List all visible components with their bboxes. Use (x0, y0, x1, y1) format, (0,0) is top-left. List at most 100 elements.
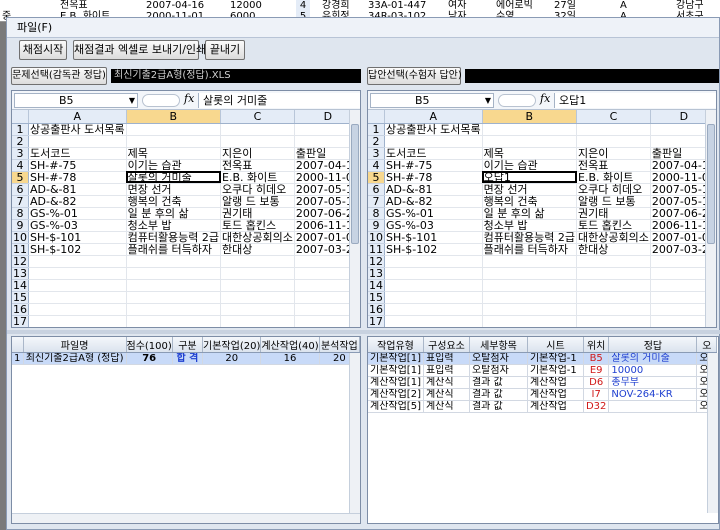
row-header[interactable]: 14 (12, 279, 29, 292)
sheet-cell[interactable] (220, 279, 295, 292)
sheet-cell[interactable] (384, 279, 483, 292)
sheet-cell[interactable] (482, 267, 578, 280)
score-grid[interactable]: 파일명 점수(100) 구분 기본작업(20) 계산작업(40) 분석작업 1 최신기출2급… (12, 337, 360, 365)
row-header[interactable]: 7 (12, 195, 29, 208)
sheet-cell[interactable]: 토드 홉킨스 (576, 219, 651, 232)
row-header[interactable]: 11 (12, 243, 29, 256)
column-header-b[interactable]: B (482, 110, 578, 124)
row-header[interactable]: 8 (12, 207, 29, 220)
row-header[interactable]: 5 (12, 171, 29, 184)
row-header[interactable]: 9 (12, 219, 29, 232)
sheet-cell[interactable]: 일 분 후의 삶 (482, 207, 578, 220)
sheet-cell[interactable] (220, 303, 295, 316)
sheet-cell[interactable] (384, 267, 483, 280)
sheet-cell[interactable]: 면장 선거 (482, 183, 578, 196)
row-header[interactable]: 10 (368, 231, 385, 244)
sheet-cell[interactable] (220, 315, 295, 327)
sheet-cell[interactable] (220, 255, 295, 268)
sheet-cell[interactable]: SH-$-102 (384, 243, 483, 256)
sheet-cell[interactable]: 한대상 (576, 243, 651, 256)
detail-row[interactable]: 기본작업[1] 표입력 오탈첨자 기본작업-1 E9 10000 오 (368, 364, 718, 377)
sheet-cell[interactable] (384, 255, 483, 268)
sheet-cell[interactable]: 권기태 (220, 207, 295, 220)
sheet-cell[interactable] (28, 279, 127, 292)
sheet-cell[interactable]: 오답1 (482, 171, 578, 184)
pane-splitter[interactable] (7, 330, 720, 334)
sheet-cell[interactable] (28, 135, 127, 148)
row-header[interactable]: 1 (368, 123, 385, 136)
formula-value[interactable]: 오답1 (554, 93, 716, 108)
sheet-cell[interactable]: SH-#-75 (384, 159, 483, 172)
row-header[interactable]: 13 (12, 267, 29, 280)
sheet-cell[interactable]: 이기는 습관 (126, 159, 222, 172)
sheet-cell[interactable] (220, 291, 295, 304)
question-sheet-grid[interactable]: A B C D 1 상공출판사 도서목록 2 3 도서코드 제목 지은이 출판일 4 SH-#-75 이기는… (12, 110, 360, 327)
vertical-scrollbar[interactable] (707, 353, 718, 513)
sheet-cell[interactable] (482, 315, 578, 327)
row-header[interactable]: 17 (368, 315, 385, 327)
sheet-cell[interactable] (576, 267, 651, 280)
sheet-cell[interactable] (28, 315, 127, 327)
row-header[interactable]: 13 (368, 267, 385, 280)
row-header[interactable]: 10 (12, 231, 29, 244)
sheet-cell[interactable]: 도서코드 (28, 147, 127, 160)
sheet-cell[interactable]: 청소부 밥 (482, 219, 578, 232)
row-header[interactable]: 3 (12, 147, 29, 160)
scroll-thumb[interactable] (707, 124, 715, 244)
sheet-cell[interactable]: GS-%-01 (384, 207, 483, 220)
score-column-header[interactable]: 구분 (172, 337, 204, 353)
start-grading-button[interactable]: 채점시작 (19, 40, 67, 60)
function-icon[interactable]: fx (184, 92, 194, 105)
sheet-cell[interactable]: 행복의 건축 (482, 195, 578, 208)
score-column-header[interactable]: 분석작업 (319, 337, 360, 353)
answer-select-button[interactable]: 답안선택(수험자 답안) (367, 67, 462, 85)
sheet-cell[interactable]: 도서코드 (384, 147, 483, 160)
sheet-cell[interactable] (576, 291, 651, 304)
detail-column-header[interactable]: 구성요소 (423, 337, 470, 353)
detail-column-header[interactable]: 시트 (527, 337, 584, 353)
sheet-cell[interactable]: 일 분 후의 삶 (126, 207, 222, 220)
vertical-scrollbar[interactable] (349, 110, 360, 327)
row-header[interactable]: 12 (368, 255, 385, 268)
row-header[interactable]: 2 (368, 135, 385, 148)
sheet-cell[interactable]: E.B. 화이트 (576, 171, 651, 184)
sheet-cell[interactable] (384, 303, 483, 316)
sheet-cell[interactable] (482, 123, 578, 136)
sheet-cell[interactable] (482, 291, 578, 304)
detail-column-header[interactable]: 정답 (608, 337, 698, 353)
name-box[interactable]: B5 ▼ (14, 93, 138, 108)
sheet-cell[interactable] (384, 135, 483, 148)
chevron-down-icon[interactable]: ▼ (129, 94, 135, 107)
sheet-cell[interactable]: 오쿠다 히데오 (576, 183, 651, 196)
export-results-button[interactable]: 채점결과 엑셀로 보내기/인쇄 (73, 40, 206, 60)
score-column-header[interactable]: 파일명 (23, 337, 127, 353)
sheet-cell[interactable]: SH-$-101 (28, 231, 127, 244)
sheet-cell[interactable]: AD-&-81 (28, 183, 127, 196)
sheet-cell[interactable]: 지은이 (576, 147, 651, 160)
row-header[interactable]: 6 (12, 183, 29, 196)
sheet-cell[interactable]: SH-#-78 (384, 171, 483, 184)
row-header[interactable]: 17 (12, 315, 29, 327)
sheet-cell[interactable]: 플래쉬를 터득하자 (482, 243, 578, 256)
formula-expand-control[interactable] (142, 94, 180, 107)
sheet-cell[interactable]: 알랭 드 보통 (220, 195, 295, 208)
row-header[interactable]: 11 (368, 243, 385, 256)
chevron-down-icon[interactable]: ▼ (485, 94, 491, 107)
sheet-cell[interactable] (28, 267, 127, 280)
row-header[interactable]: 16 (368, 303, 385, 316)
column-header-b[interactable]: B (126, 110, 222, 124)
menu-file[interactable]: 파일(F) (17, 21, 52, 34)
sheet-cell[interactable] (126, 291, 222, 304)
row-header[interactable]: 4 (368, 159, 385, 172)
detail-column-header[interactable]: 세부항목 (469, 337, 528, 353)
score-row[interactable]: 1 최신기출2급A형 (정답) 76 합 격 20 16 20 (12, 352, 360, 365)
sheet-cell[interactable]: 상공출판사 도서목록 (384, 123, 483, 136)
sheet-cell[interactable] (126, 303, 222, 316)
sheet-cell[interactable] (220, 123, 295, 136)
sheet-cell[interactable]: 한대상 (220, 243, 295, 256)
sheet-cell[interactable]: 이기는 습관 (482, 159, 578, 172)
horizontal-scrollbar[interactable] (12, 513, 360, 523)
sheet-cell[interactable]: GS-%-03 (28, 219, 127, 232)
sheet-cell[interactable] (220, 267, 295, 280)
row-header[interactable]: 9 (368, 219, 385, 232)
